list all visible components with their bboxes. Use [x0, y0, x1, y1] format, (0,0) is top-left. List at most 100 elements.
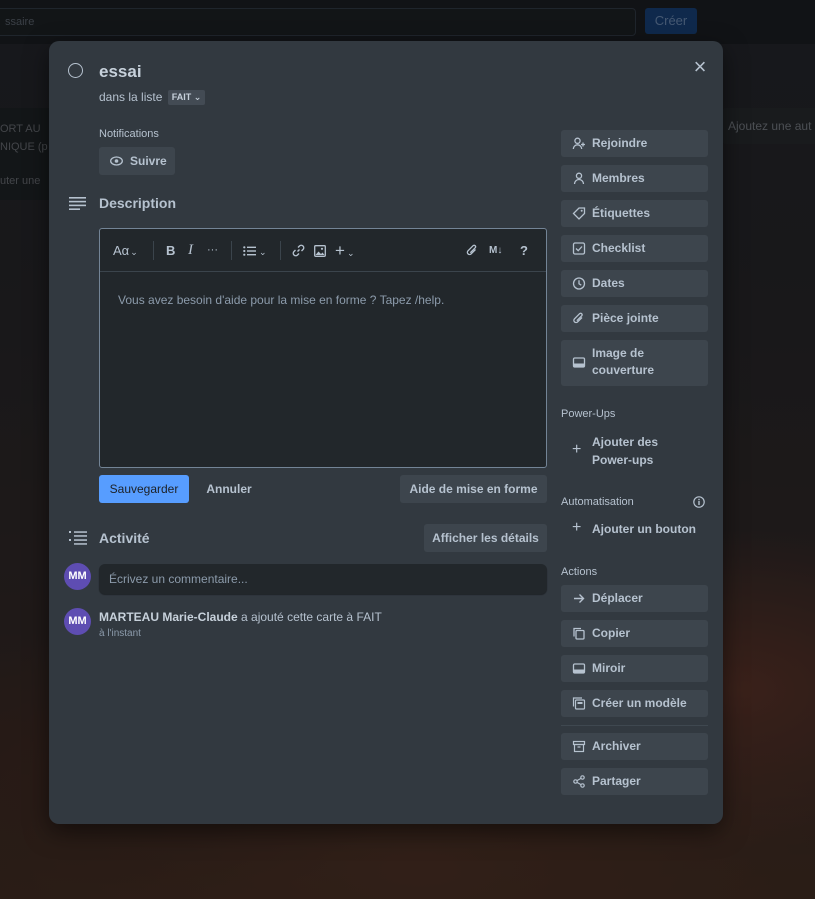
mirror-button[interactable]: Miroir [561, 655, 708, 682]
more-formatting-button[interactable]: ··· [207, 229, 218, 272]
list-button[interactable]: ⌄ [243, 229, 267, 272]
mirror-icon [572, 663, 586, 674]
bold-button[interactable]: B [166, 229, 175, 272]
eye-icon [110, 156, 123, 166]
activity-timestamp[interactable]: à l'instant [99, 628, 141, 639]
cover-label-line: Image de [592, 346, 645, 360]
create-template-label: Créer un modèle [592, 696, 687, 710]
activity-user[interactable]: MARTEAU Marie-Claude [99, 610, 238, 624]
members-button[interactable]: Membres [561, 165, 708, 192]
editor-placeholder: Vous avez besoin d'aide pour la mise en … [118, 293, 445, 307]
members-label: Membres [592, 171, 645, 185]
add-powerups-line: Ajouter des [592, 435, 659, 449]
tag-icon [572, 207, 586, 220]
chevron-down-icon: ⌄ [130, 247, 138, 257]
toolbar-divider [231, 241, 232, 260]
follow-button[interactable]: Suivre [99, 147, 175, 175]
close-button[interactable]: × [687, 54, 713, 80]
avatar[interactable]: MM [64, 563, 91, 590]
add-button-button[interactable]: + Ajouter un bouton [561, 518, 708, 540]
notifications-label: Notifications [99, 128, 159, 140]
dates-label: Dates [592, 276, 625, 290]
activity-title: Activité [99, 530, 150, 546]
add-button-label: Ajouter un bouton [592, 522, 696, 536]
editor-toolbar: Aα⌄ B I ··· ⌄ + ⌄ M↓ ? [100, 229, 546, 272]
link-button[interactable] [292, 229, 305, 272]
copy-button[interactable]: Copier [561, 620, 708, 647]
description-icon [69, 197, 86, 210]
show-details-button[interactable]: Afficher les détails [424, 524, 547, 552]
cover-label-line: couverture [592, 363, 655, 377]
join-button[interactable]: Rejoindre [561, 130, 708, 157]
formatting-help-button[interactable]: Aide de mise en forme [400, 475, 547, 503]
save-button[interactable]: Sauvegarder [99, 475, 189, 503]
sidebar-divider [561, 725, 708, 726]
archive-button[interactable]: Archiver [561, 733, 708, 760]
arrow-right-icon [574, 594, 585, 603]
checklist-label: Checklist [592, 241, 646, 255]
add-powerups-line: Power-ups [592, 453, 654, 467]
share-button[interactable]: Partager [561, 768, 708, 795]
labels-button[interactable]: Étiquettes [561, 200, 708, 227]
image-button[interactable] [314, 229, 326, 272]
user-plus-icon [572, 137, 585, 150]
markdown-button[interactable]: M↓ [489, 229, 502, 272]
paperclip-icon [466, 244, 477, 256]
info-icon[interactable] [693, 496, 705, 508]
list-prefix: dans la liste [99, 90, 163, 104]
paperclip-icon [573, 312, 583, 324]
text-style-label: Aα [113, 243, 130, 258]
chevron-down-icon: ⌄ [259, 247, 267, 257]
user-icon [573, 172, 585, 185]
checkbox-icon [572, 242, 586, 255]
actions-label: Actions [561, 566, 598, 578]
help-button[interactable]: ? [520, 229, 528, 272]
plus-icon: + [572, 519, 582, 536]
card-list-info: dans la liste FAIT ⌄ [99, 90, 206, 105]
chevron-down-icon: ⌄ [346, 248, 355, 258]
share-icon [573, 775, 585, 788]
add-powerups-button[interactable]: + Ajouter des Power-ups [561, 433, 708, 469]
move-label: Déplacer [592, 591, 643, 605]
archive-icon [572, 740, 586, 753]
move-button[interactable]: Déplacer [561, 585, 708, 612]
follow-label: Suivre [130, 154, 167, 168]
cover-icon [572, 357, 586, 368]
attachment-label: Pièce jointe [592, 311, 659, 325]
attachment-button[interactable]: Pièce jointe [561, 305, 708, 332]
clock-icon [572, 277, 586, 290]
cover-button[interactable]: Image de couverture [561, 340, 708, 386]
join-label: Rejoindre [592, 136, 648, 150]
chevron-down-icon: ⌄ [193, 92, 202, 102]
powerups-label: Power-Ups [561, 408, 616, 420]
cancel-button[interactable]: Annuler [199, 475, 259, 503]
avatar[interactable]: MM [64, 608, 91, 635]
italic-button[interactable]: I [188, 229, 193, 272]
add-powerups-label: Ajouter des Power-ups [592, 433, 658, 469]
activity-entry: MARTEAU Marie-Claude a ajouté cette cart… [99, 610, 382, 624]
card-title[interactable]: essai [99, 62, 142, 82]
archive-label: Archiver [592, 739, 641, 753]
description-title: Description [99, 195, 177, 211]
activity-icon [69, 531, 87, 545]
copy-label: Copier [592, 626, 631, 640]
plus-icon: + [572, 441, 582, 458]
create-template-button[interactable]: Créer un modèle [561, 690, 708, 717]
comment-input[interactable]: Écrivez un commentaire... [99, 564, 547, 594]
share-label: Partager [592, 774, 641, 788]
attach-button[interactable] [466, 229, 479, 272]
card-modal: essai × dans la liste FAIT ⌄ Notificatio… [49, 41, 723, 824]
text-style-button[interactable]: Aα⌄ [113, 229, 138, 272]
labels-label: Étiquettes [592, 206, 651, 220]
cover-label: Image de couverture [592, 345, 654, 379]
copy-icon [573, 627, 585, 640]
insert-button[interactable]: + ⌄ [335, 229, 354, 272]
card-complete-circle-icon[interactable] [68, 63, 83, 78]
template-icon [572, 697, 586, 710]
bullet-list-icon [243, 246, 256, 256]
dates-button[interactable]: Dates [561, 270, 708, 297]
activity-text: a ajouté cette carte à FAIT [241, 610, 382, 624]
description-editor[interactable]: Aα⌄ B I ··· ⌄ + ⌄ M↓ ? Vous avez besoin … [99, 228, 547, 468]
checklist-button[interactable]: Checklist [561, 235, 708, 262]
list-name-badge[interactable]: FAIT ⌄ [167, 90, 206, 105]
